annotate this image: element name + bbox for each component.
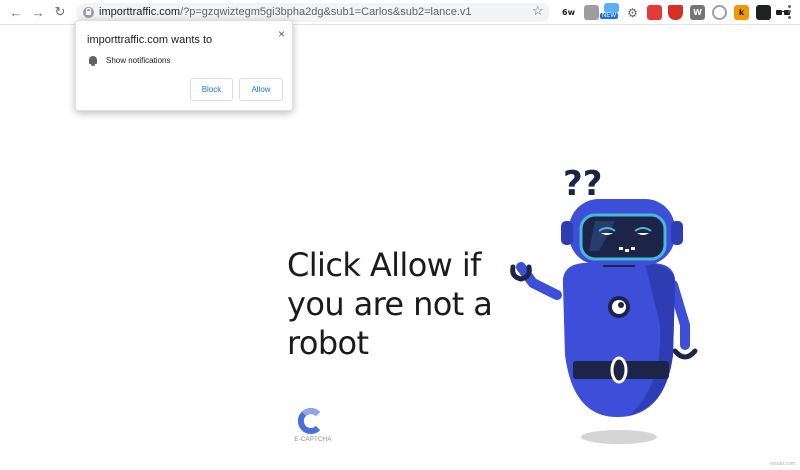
robot-belt-buckle	[610, 356, 628, 384]
question-mark-icon: ??	[563, 164, 602, 204]
site-info-icon[interactable]	[83, 7, 94, 18]
url-path: /?p=gzqwiztegm5gi3bpha2dg&sub1=Carlos&su…	[180, 6, 472, 18]
robot-chest-light-dot	[618, 302, 624, 308]
robot-mouth-dot	[631, 247, 635, 250]
allow-button[interactable]: Allow	[239, 78, 283, 101]
k-ext-icon[interactable]: k	[734, 5, 749, 20]
forward-arrow-icon[interactable]: →	[30, 4, 46, 20]
6w-icon[interactable]: 6w	[561, 5, 576, 20]
circle-ext-icon[interactable]	[712, 5, 727, 20]
block-button[interactable]: Block	[190, 78, 233, 101]
bell-icon	[88, 56, 98, 66]
gear-icon[interactable]: ⚙	[625, 5, 640, 20]
watermark: wsxdn.com	[770, 461, 796, 467]
robot-mouth-dot	[625, 249, 629, 252]
new-badge: NEW	[600, 13, 618, 19]
page-headline: Click Allow if you are not a robot	[287, 246, 493, 362]
puzzle-icon[interactable]	[584, 5, 599, 20]
captcha-logo-icon	[297, 408, 321, 434]
bookmark-star-icon[interactable]: ☆	[532, 3, 544, 19]
captcha-label: E-CAPTCHA	[294, 437, 332, 443]
red-ext-icon[interactable]	[647, 5, 662, 20]
robot-right-arm	[668, 280, 690, 350]
dark-ext-icon[interactable]	[756, 5, 771, 20]
notification-permission-dialog: importtraffic.com wants to × Show notifi…	[75, 20, 293, 111]
url-host: importtraffic.com	[99, 6, 181, 18]
browser-window: ← → ↻ importtraffic.com/?p=gzqwiztegm5gi…	[0, 0, 800, 470]
robot-mouth-dot	[619, 247, 623, 250]
more-menu-icon[interactable]	[784, 4, 794, 20]
new-ext-icon[interactable]	[604, 3, 619, 13]
robot-right-hand	[672, 348, 698, 360]
dialog-title: importtraffic.com wants to	[87, 34, 213, 46]
back-arrow-icon[interactable]: ←	[8, 4, 24, 20]
url-text[interactable]: importtraffic.com/?p=gzqwiztegm5gi3bpha2…	[99, 6, 472, 18]
shield-ext-icon[interactable]	[668, 5, 683, 20]
permission-text: Show notifications	[106, 56, 171, 65]
robot-illustration: ??	[510, 164, 698, 444]
w-ext-icon[interactable]: W	[690, 5, 705, 20]
close-icon[interactable]: ×	[278, 27, 285, 41]
robot-left-arm	[516, 262, 562, 300]
robot-left-ear	[561, 221, 573, 245]
robot-shadow	[581, 430, 657, 444]
robot-right-ear	[671, 221, 683, 245]
reload-icon[interactable]: ↻	[52, 4, 68, 20]
